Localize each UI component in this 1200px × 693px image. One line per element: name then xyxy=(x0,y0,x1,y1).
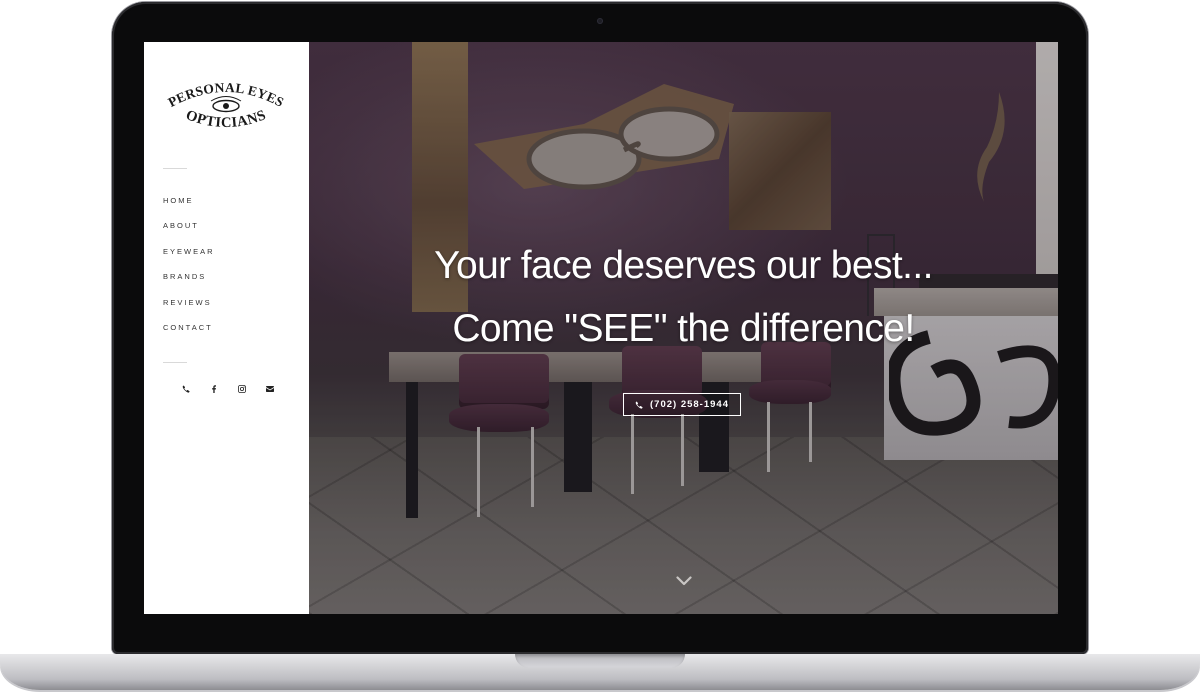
nav-item-brands[interactable]: BRANDS xyxy=(163,272,215,297)
nav-item-home[interactable]: HOME xyxy=(163,196,215,221)
hero-headline-line-2: Come "SEE" the difference! xyxy=(452,307,915,350)
laptop-notch xyxy=(515,654,685,668)
brand-logo[interactable]: PERSONAL EYES OPTICIANS xyxy=(164,78,288,134)
sidebar-divider-top xyxy=(163,168,187,169)
hero-headline-line-1: Your face deserves our best... xyxy=(434,244,933,287)
email-icon[interactable] xyxy=(256,382,284,396)
svg-text:OPTICIANS: OPTICIANS xyxy=(184,107,269,131)
eye-icon xyxy=(210,96,242,113)
main-nav: HOME ABOUT EYEWEAR BRANDS REVIEWS CONTAC… xyxy=(163,196,215,348)
sidebar-divider-bottom xyxy=(163,362,187,363)
phone-icon xyxy=(635,400,643,409)
logo-line-2: OPTICIANS xyxy=(184,107,268,131)
call-phone-button[interactable]: (702) 258-1944 xyxy=(623,393,741,416)
phone-icon[interactable] xyxy=(172,382,200,396)
nav-item-reviews[interactable]: REVIEWS xyxy=(163,298,215,323)
nav-item-contact[interactable]: CONTACT xyxy=(163,323,215,348)
facebook-icon[interactable] xyxy=(200,382,228,396)
instagram-icon[interactable] xyxy=(228,382,256,396)
chevron-down-icon[interactable] xyxy=(676,576,692,586)
webcam xyxy=(597,18,603,24)
hero-section: Your face deserves our best... Come "SEE… xyxy=(309,42,1058,614)
social-links xyxy=(172,382,284,396)
phone-number-label: (702) 258-1944 xyxy=(650,399,729,410)
nav-item-eyewear[interactable]: EYEWEAR xyxy=(163,247,215,272)
website-screen: PERSONAL EYES OPTICIANS HOME ABOUT EYEWE… xyxy=(144,42,1058,614)
nav-item-about[interactable]: ABOUT xyxy=(163,221,215,246)
sidebar: PERSONAL EYES OPTICIANS HOME ABOUT EYEWE… xyxy=(144,42,309,614)
